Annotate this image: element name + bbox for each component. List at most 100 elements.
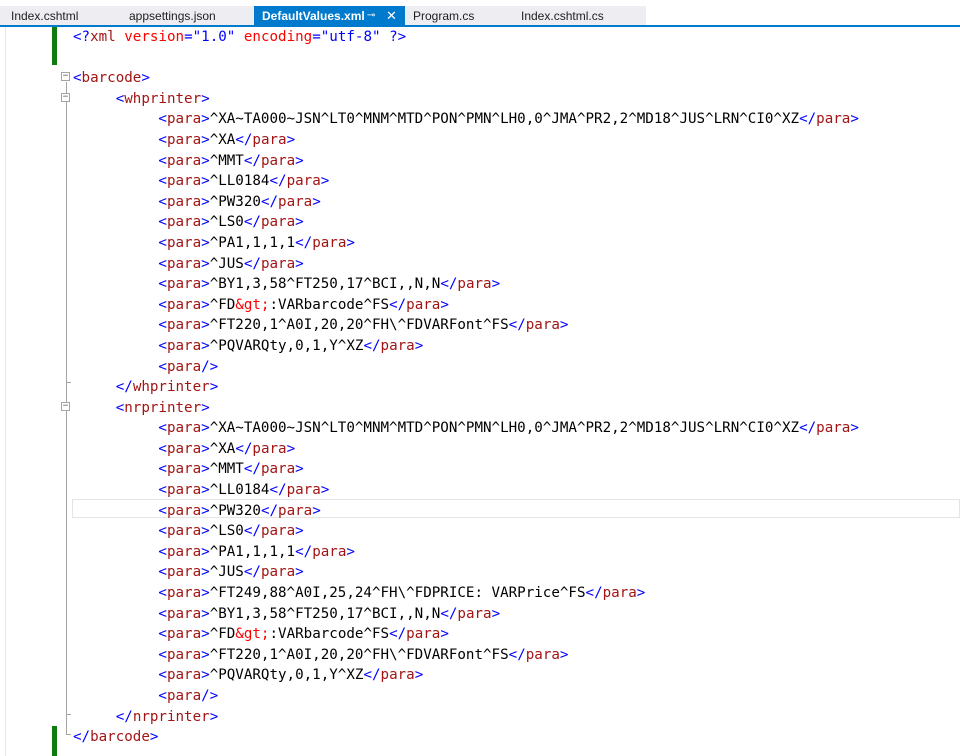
code-token: < bbox=[158, 667, 167, 684]
tab-defaultvalues-xml[interactable]: DefaultValues.xml ⊸ ✕ bbox=[254, 6, 405, 26]
code-line[interactable]: <para>^PW320</para> bbox=[73, 501, 859, 522]
code-token: para bbox=[260, 214, 296, 231]
code-token: > bbox=[440, 296, 449, 313]
code-token: ^FD bbox=[209, 296, 236, 313]
code-line[interactable]: <para>^FD&gt;:VARbarcode^FS</para> bbox=[73, 624, 859, 645]
code-token: </ bbox=[260, 193, 279, 210]
code-line[interactable]: <para>^MMT</para> bbox=[73, 459, 859, 480]
code-line[interactable]: </nrprinter> bbox=[73, 707, 859, 728]
code-token: ^XA bbox=[209, 440, 236, 457]
code-line[interactable]: <para>^FT220,1^A0I,20,20^FH\^FDVARFont^F… bbox=[73, 645, 859, 666]
code-token: ^MMT bbox=[209, 152, 244, 169]
code-token: > bbox=[491, 276, 501, 293]
code-line[interactable]: <para/> bbox=[73, 357, 859, 378]
code-line[interactable]: <para>^MMT</para> bbox=[73, 151, 859, 172]
code-line[interactable]: <para>^LL0184</para> bbox=[73, 480, 859, 501]
tab-index-cshtml-cs[interactable]: Index.cshtml.cs bbox=[513, 6, 646, 26]
code-token: para bbox=[278, 193, 313, 210]
code-line[interactable]: <para>^PA1,1,1,1</para> bbox=[73, 542, 859, 563]
code-line[interactable]: <para>^FD&gt;:VARbarcode^FS</para> bbox=[73, 295, 859, 316]
code-token: < bbox=[158, 214, 167, 231]
code-token: < bbox=[158, 111, 167, 128]
pin-icon[interactable]: ⊸ bbox=[367, 6, 375, 26]
code-line[interactable]: <para>^BY1,3,58^FT250,17^BCI,,N,N</para> bbox=[73, 604, 859, 625]
code-token: = bbox=[312, 29, 321, 45]
code-line[interactable]: <para>^XA</para> bbox=[73, 130, 859, 151]
collapse-icon[interactable]: − bbox=[61, 402, 70, 411]
code-token: > bbox=[491, 605, 501, 622]
code-token: < bbox=[158, 688, 167, 704]
code-line[interactable]: <para>^LS0</para> bbox=[73, 521, 859, 542]
code-token: > bbox=[286, 440, 296, 457]
collapse-icon[interactable]: − bbox=[61, 93, 70, 102]
code-token: ^JUS bbox=[209, 564, 244, 581]
code-lines[interactable]: <?xml version="1.0" encoding="utf-8" ?> … bbox=[73, 27, 859, 748]
code-line[interactable]: <para>^PQVARQty,0,1,Y^XZ</para> bbox=[73, 336, 859, 357]
code-line[interactable]: </whprinter> bbox=[73, 377, 859, 398]
code-line[interactable]: <para>^FT249,88^A0I,25,24^FH\^FDPRICE: V… bbox=[73, 583, 859, 604]
code-token: ^FT220,1^A0I,20,20^FH\^FDVARFont^FS bbox=[209, 317, 509, 334]
code-token: > bbox=[201, 317, 210, 334]
close-icon[interactable]: ✕ bbox=[386, 6, 397, 26]
code-line[interactable]: </barcode> bbox=[73, 727, 859, 748]
code-token: > bbox=[559, 317, 569, 334]
code-token: > bbox=[346, 234, 355, 251]
code-token: > bbox=[201, 585, 210, 602]
code-line[interactable]: <para>^XA~TA000~JSN^LT0^MNM^MTD^PON^PMN^… bbox=[73, 109, 858, 130]
code-token: > bbox=[201, 482, 210, 499]
collapse-icon[interactable]: − bbox=[61, 72, 70, 81]
code-token: para bbox=[457, 605, 492, 622]
tab-appsettings-json[interactable]: appsettings.json bbox=[121, 6, 254, 26]
code-token: > bbox=[559, 646, 569, 663]
code-line[interactable]: <?xml version="1.0" encoding="utf-8" ?> bbox=[73, 27, 859, 48]
code-token: barcode bbox=[81, 70, 142, 87]
tab-program-cs[interactable]: Program.cs bbox=[405, 6, 513, 26]
code-line[interactable]: <para>^BY1,3,58^FT250,17^BCI,,N,N</para> bbox=[73, 274, 859, 295]
code-token: </ bbox=[389, 296, 407, 313]
code-token: para bbox=[166, 152, 202, 169]
code-token: </ bbox=[295, 234, 313, 251]
code-line[interactable] bbox=[73, 48, 859, 69]
code-token: </ bbox=[260, 502, 279, 519]
code-line[interactable]: <whprinter> bbox=[73, 89, 859, 110]
code-line[interactable]: <para>^PQVARQty,0,1,Y^XZ</para> bbox=[73, 665, 859, 686]
code-token: < bbox=[158, 626, 167, 643]
code-token: para bbox=[260, 461, 296, 478]
code-token: ^LL0184 bbox=[209, 482, 270, 499]
code-token: > bbox=[295, 523, 304, 540]
code-token: </ bbox=[243, 255, 261, 272]
code-line[interactable]: <para>^FT220,1^A0I,20,20^FH\^FDVARFont^F… bbox=[73, 315, 859, 336]
code-token: para bbox=[166, 646, 202, 663]
code-token: > bbox=[201, 111, 210, 128]
tab-index-cshtml[interactable]: Index.cshtml bbox=[3, 6, 121, 26]
code-editor[interactable]: − − − <?xml version="1.0" encoding="utf-… bbox=[0, 27, 960, 756]
code-token: para bbox=[286, 482, 321, 499]
code-line[interactable]: <barcode> bbox=[73, 68, 859, 89]
code-line[interactable]: <para>^PA1,1,1,1</para> bbox=[73, 233, 859, 254]
code-token: </ bbox=[508, 646, 526, 663]
code-line[interactable]: <para>^XA~TA000~JSN^LT0^MNM^MTD^PON^PMN^… bbox=[73, 418, 858, 439]
code-token: < bbox=[158, 502, 167, 519]
code-token: </ bbox=[235, 131, 253, 148]
code-line[interactable]: <para>^LS0</para> bbox=[73, 212, 859, 233]
code-token: para bbox=[166, 543, 202, 560]
code-line[interactable]: <para>^JUS</para> bbox=[73, 254, 859, 275]
tab-label: appsettings.json bbox=[129, 9, 216, 23]
code-token: < bbox=[158, 420, 167, 437]
code-line[interactable]: <nrprinter> bbox=[73, 398, 859, 419]
code-token: </ bbox=[389, 626, 407, 643]
code-token: nrprinter bbox=[132, 708, 210, 725]
code-line[interactable]: <para>^JUS</para> bbox=[73, 562, 859, 583]
code-line[interactable]: <para/> bbox=[73, 686, 859, 707]
code-token: > bbox=[201, 193, 210, 210]
code-line[interactable]: <para>^PW320</para> bbox=[73, 192, 859, 213]
code-token: < bbox=[158, 564, 167, 581]
code-line[interactable]: <para>^LL0184</para> bbox=[73, 171, 859, 192]
code-line[interactable]: <para>^XA</para> bbox=[73, 439, 859, 460]
